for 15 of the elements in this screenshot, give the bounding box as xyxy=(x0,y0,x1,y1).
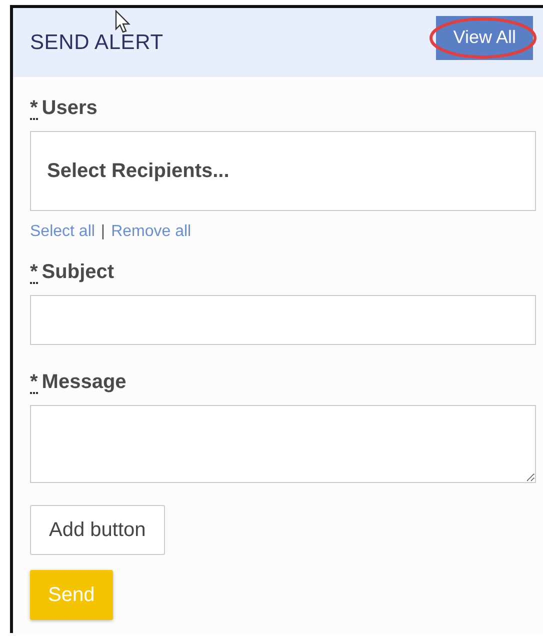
required-mark: * xyxy=(30,98,38,120)
field-label: Users xyxy=(42,97,98,120)
field-label: Message xyxy=(42,371,126,394)
field-label: Subject xyxy=(42,261,114,284)
recipients-field[interactable]: Select Recipients... xyxy=(30,131,536,211)
cursor-icon xyxy=(115,10,133,34)
panel-title: SEND ALERT xyxy=(30,30,164,54)
select-all-link[interactable]: Select all xyxy=(30,223,95,241)
subject-field[interactable] xyxy=(30,295,536,345)
message-field[interactable] xyxy=(30,405,536,483)
remove-all-link[interactable]: Remove all xyxy=(111,223,192,241)
link-separator: | xyxy=(100,223,106,241)
add-button[interactable]: Add button xyxy=(30,505,165,555)
required-mark: * xyxy=(30,262,38,284)
required-mark: * xyxy=(30,372,38,394)
